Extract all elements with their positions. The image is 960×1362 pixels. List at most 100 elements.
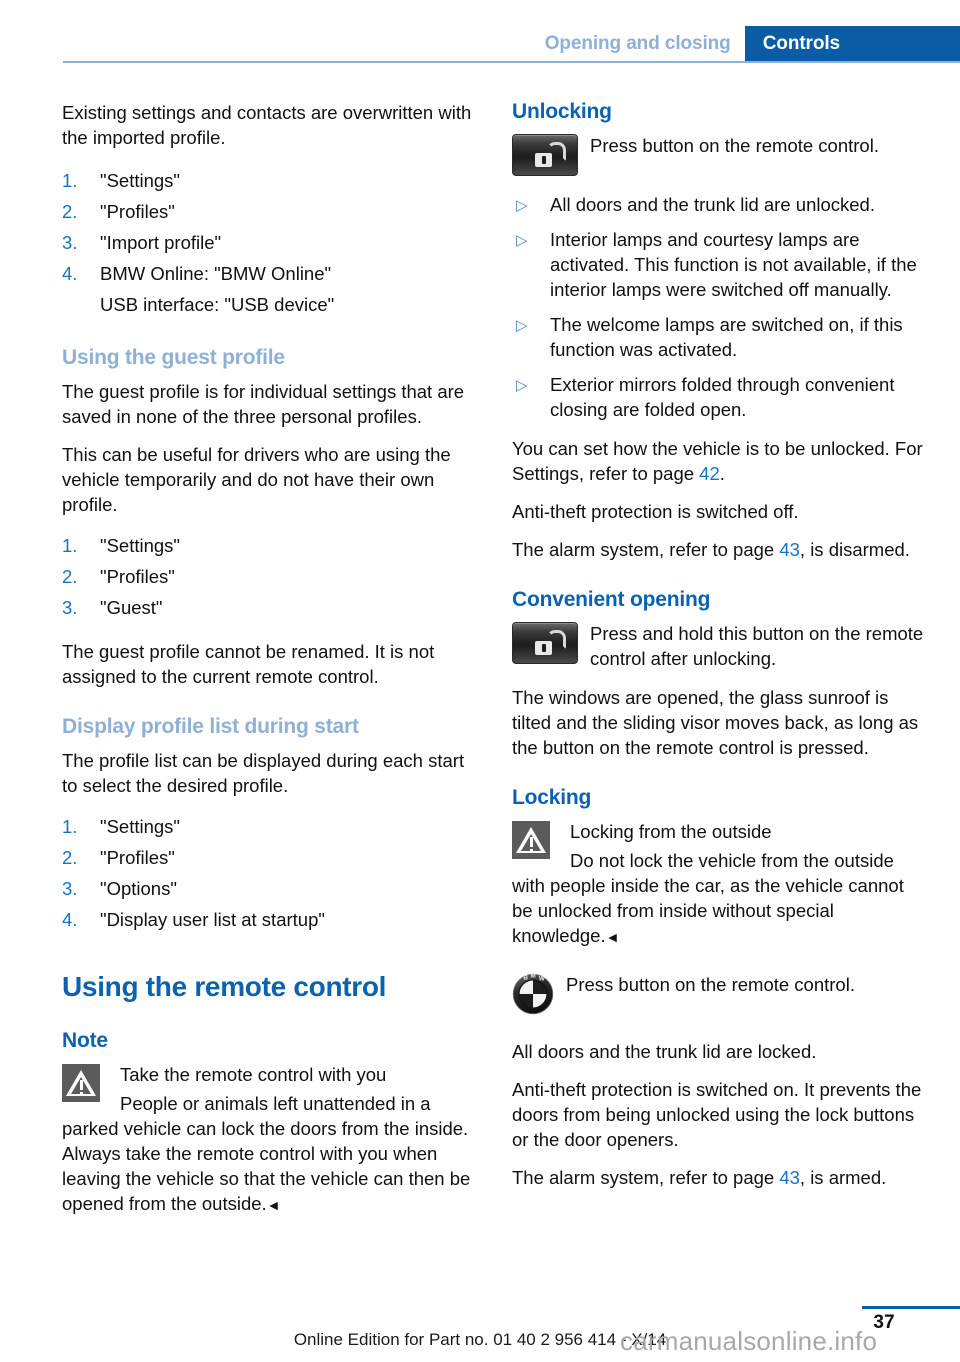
step-continuation-label: USB interface: "USB device"	[100, 294, 335, 315]
unlock-button-caption: Press button on the remote control.	[590, 135, 879, 156]
step-number: 3.	[62, 878, 78, 899]
breadcrumb-opening-and-closing: Opening and closing	[544, 33, 731, 54]
heading-locking: Locking	[512, 786, 592, 809]
alarm-text-after: , is armed.	[799, 1167, 887, 1188]
header-tabs: Opening and closing Controls	[545, 26, 960, 62]
bmw-button-block: B M W Press button on the remote control…	[512, 972, 926, 1017]
list-item: ▷ Interior lamps and courtesy lamps are …	[512, 227, 926, 302]
warning-triangle-icon	[512, 821, 550, 859]
guest-profile-paragraph-2: This can be useful for drivers who are u…	[62, 444, 451, 515]
list-item: 2. "Profiles"	[62, 561, 476, 592]
step-label: BMW Online: "BMW Online"	[100, 263, 332, 284]
convenient-opening-button-caption: Press and hold this button on the remote…	[590, 623, 924, 669]
guest-profile-paragraph-3: The guest profile cannot be renamed. It …	[62, 641, 435, 687]
list-item: 1. "Settings"	[62, 530, 476, 561]
locking-paragraph-1: All doors and the trunk lid are locked.	[512, 1041, 817, 1062]
import-profile-steps: 1. "Settings" 2. "Profiles" 3. "Import p…	[62, 165, 476, 320]
locking-warning-body: Do not lock the vehicle from the outside…	[512, 850, 904, 946]
step-label: "Settings"	[100, 535, 180, 556]
list-item: ▷ The welcome lamps are switched on, if …	[512, 312, 926, 362]
convenient-opening-paragraph: The windows are opened, the glass sunroo…	[512, 687, 919, 758]
triangle-bullet-icon: ▷	[516, 232, 528, 249]
watermark: carmanualsonline.info	[620, 1326, 878, 1356]
page-reference-43[interactable]: 43	[779, 539, 800, 560]
unlocking-alarm-paragraph: The alarm system, refer to page 43, is d…	[512, 537, 926, 562]
step-label: "Profiles"	[100, 847, 175, 868]
heading-convenient-opening: Convenient opening	[512, 588, 711, 611]
list-item: 1. "Settings"	[62, 165, 476, 196]
list-item: 2. "Profiles"	[62, 842, 476, 873]
list-item: 3. "Options"	[62, 873, 476, 904]
unlocking-bullets: ▷ All doors and the trunk lid are unlock…	[512, 192, 926, 422]
alarm-text-after: , is disarmed.	[799, 539, 910, 560]
settings-text-after: .	[719, 463, 725, 484]
list-item: 3. "Guest"	[62, 592, 476, 623]
list-item: 1. "Settings"	[62, 811, 476, 842]
list-item: 4. BMW Online: "BMW Online"	[62, 258, 476, 289]
step-label: "Import profile"	[100, 232, 222, 253]
footer-page-rule	[862, 1306, 960, 1309]
locking-paragraph-2: Anti-theft protection is switched on. It…	[512, 1079, 922, 1150]
intro-paragraph: Existing settings and contacts are overw…	[62, 102, 472, 148]
heading-unlocking: Unlocking	[512, 100, 612, 123]
step-label: "Options"	[100, 878, 177, 899]
note-warning-block: Take the remote control with you People …	[62, 1062, 476, 1218]
step-number: 4.	[62, 263, 78, 284]
heading-using-the-guest-profile: Using the guest profile	[62, 346, 285, 369]
warning-triangle-icon	[62, 1064, 100, 1102]
alarm-text-before: The alarm system, refer to page	[512, 539, 780, 560]
unlocking-antitheft-paragraph: Anti-theft protection is switched off.	[512, 501, 799, 522]
left-column: Existing settings and contacts are overw…	[62, 100, 476, 1232]
svg-text:B: B	[523, 974, 528, 981]
bmw-button-caption: Press button on the remote control.	[566, 974, 855, 995]
step-number: 1.	[62, 535, 78, 556]
page-reference-42[interactable]: 42	[699, 463, 720, 484]
step-number: 2.	[62, 201, 78, 222]
tab-controls: Controls	[744, 26, 960, 62]
svg-text:W: W	[539, 976, 545, 983]
step-label: "Settings"	[100, 170, 180, 191]
list-item: 2. "Profiles"	[62, 196, 476, 227]
step-number: 1.	[62, 170, 78, 191]
right-column: Unlocking Press button on the remote con…	[512, 100, 926, 1205]
triangle-bullet-icon: ▷	[516, 197, 528, 214]
note-warning-body: People or animals left unattended in a p…	[62, 1093, 471, 1214]
unlock-button-block: Press button on the remote control.	[512, 133, 926, 178]
svg-text:M: M	[530, 973, 535, 980]
step-number: 4.	[62, 909, 78, 930]
step-label: "Display user list at startup"	[100, 909, 325, 930]
list-item-continuation: USB interface: "USB device"	[62, 289, 476, 320]
page-reference-43[interactable]: 43	[779, 1167, 800, 1188]
heading-display-profile-list-during-start: Display profile list during start	[62, 715, 359, 738]
note-warning-title: Take the remote control with you	[120, 1064, 387, 1085]
heading-note: Note	[62, 1029, 108, 1052]
bullet-label: The welcome lamps are switched on, if th…	[550, 314, 903, 360]
triangle-bullet-icon: ▷	[516, 377, 528, 394]
bmw-roundel-icon: B M W	[512, 973, 554, 1015]
list-item: 4. "Display user list at startup"	[62, 904, 476, 935]
triangle-bullet-icon: ▷	[516, 317, 528, 334]
step-label: "Guest"	[100, 597, 163, 618]
alarm-text-before: The alarm system, refer to page	[512, 1167, 780, 1188]
locking-warning-end-marker: ◄	[605, 929, 620, 945]
step-label: "Settings"	[100, 816, 180, 837]
guest-profile-paragraph-1: The guest profile is for individual sett…	[62, 381, 465, 427]
locking-warning-block: Locking from the outside Do not lock the…	[512, 819, 926, 950]
bullet-label: Interior lamps and courtesy lamps are ac…	[550, 229, 917, 300]
locking-alarm-paragraph: The alarm system, refer to page 43, is a…	[512, 1165, 926, 1190]
list-item: ▷ All doors and the trunk lid are unlock…	[512, 192, 926, 217]
convenient-opening-button-block: Press and hold this button on the remote…	[512, 621, 926, 671]
step-number: 3.	[62, 597, 78, 618]
note-end-marker: ◄	[266, 1197, 281, 1213]
bullet-label: All doors and the trunk lid are unlocked…	[550, 194, 875, 215]
list-item: ▷ Exterior mirrors folded through conven…	[512, 372, 926, 422]
step-number: 3.	[62, 232, 78, 253]
step-number: 2.	[62, 847, 78, 868]
step-number: 2.	[62, 566, 78, 587]
step-label: "Profiles"	[100, 201, 175, 222]
header-divider	[63, 61, 960, 63]
unlocking-settings-paragraph: You can set how the vehicle is to be unl…	[512, 436, 926, 486]
display-profile-list-paragraph: The profile list can be displayed during…	[62, 750, 465, 796]
step-label: "Profiles"	[100, 566, 175, 587]
list-item: 3. "Import profile"	[62, 227, 476, 258]
